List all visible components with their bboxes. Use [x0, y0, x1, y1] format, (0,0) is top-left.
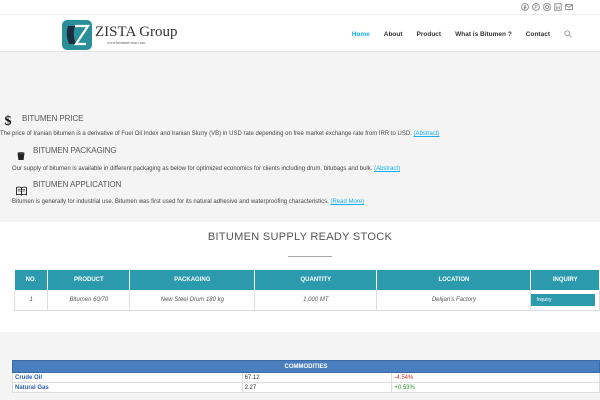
cell-location: Delijan's Factory: [376, 290, 532, 311]
packaging-title: BITUMEN PACKAGING: [33, 146, 117, 155]
main-nav: Home About Product What is Bitumen ? Con…: [338, 15, 572, 53]
application-text: Bitumen is generally for industrial use.…: [12, 199, 364, 205]
brand-url: www.bitumen-iran.com: [107, 40, 145, 45]
col-packaging: PACKAGING: [129, 270, 256, 290]
logo-icon[interactable]: [62, 20, 92, 50]
col-location: LOCATION: [376, 270, 532, 290]
stock-table: NO. PRODUCT PACKAGING QUANTITY LOCATION …: [13, 270, 600, 311]
facebook-icon[interactable]: [521, 3, 529, 11]
stock-header-row: NO. PRODUCT PACKAGING QUANTITY LOCATION …: [14, 270, 600, 290]
linkedin-icon[interactable]: in: [554, 3, 562, 11]
commodity-name[interactable]: Natural Gas: [12, 382, 243, 393]
bucket-icon: [16, 148, 26, 166]
nav-what-is-bitumen[interactable]: What is Bitumen ?: [455, 31, 512, 38]
svg-text:$: $: [5, 114, 12, 127]
commodity-value: 2.27: [241, 382, 393, 393]
mail-icon[interactable]: [565, 3, 573, 11]
price-title: BITUMEN PRICE: [22, 114, 84, 123]
nav-contact[interactable]: Contact: [526, 31, 550, 38]
supply-stock-section: BITUMEN SUPPLY READY STOCK NO. PRODUCT P…: [0, 222, 600, 332]
application-description: Bitumen is generally for industrial use.…: [12, 199, 329, 205]
commodities-header: COMMODITIES: [12, 360, 600, 373]
application-read-more-link[interactable]: (Read More): [331, 199, 365, 205]
svg-text:in: in: [556, 5, 560, 10]
price-abstract-link[interactable]: (Abstract): [414, 131, 440, 137]
nav-product[interactable]: Product: [417, 31, 442, 38]
search-icon[interactable]: [564, 30, 572, 38]
site-header: ZISTA Group www.bitumen-iran.com Home Ab…: [0, 14, 600, 52]
cell-no: 1: [13, 290, 49, 311]
bitumen-info-section: $ BITUMEN PRICE The price of Iranian bit…: [0, 52, 600, 222]
packaging-text: Our supply of bitumen is available in di…: [12, 166, 400, 172]
nav-home[interactable]: Home: [352, 31, 370, 38]
instagram-icon[interactable]: [543, 3, 551, 11]
dollar-icon: $: [3, 113, 13, 132]
price-text: The price of Iranian bitumen is a deriva…: [0, 131, 440, 137]
price-description: The price of Iranian bitumen is a deriva…: [0, 131, 412, 137]
col-quantity: QUANTITY: [254, 270, 378, 290]
commodity-name[interactable]: Crude Oil: [12, 372, 243, 383]
col-inquiry: INQUIRY: [530, 270, 600, 290]
cell-product: Bitumen 60/70: [47, 290, 131, 311]
cell-quantity: 1,000 MT: [254, 290, 378, 311]
top-bar: P in: [0, 0, 600, 14]
packaging-abstract-link[interactable]: (Abstract): [374, 166, 400, 172]
stock-title: BITUMEN SUPPLY READY STOCK: [207, 231, 393, 243]
brand-name[interactable]: ZISTA Group: [95, 24, 178, 41]
nav-about[interactable]: About: [384, 31, 403, 38]
inquiry-button[interactable]: Inquiry: [531, 293, 596, 306]
col-product: PRODUCT: [47, 270, 131, 290]
table-row: Natural Gas 2.27 +0.53%: [12, 382, 600, 393]
pinterest-icon[interactable]: P: [532, 3, 540, 11]
commodities-table: COMMODITIES Crude Oil 67.12 -4.54% Natur…: [12, 360, 600, 393]
table-row: Crude Oil 67.12 -4.54%: [12, 372, 600, 383]
commodity-change: -4.54%: [391, 372, 600, 383]
commodities-section: COMMODITIES Crude Oil 67.12 -4.54% Natur…: [0, 332, 600, 400]
col-no: NO.: [14, 270, 49, 290]
application-title: BITUMEN APPLICATION: [33, 180, 122, 189]
commodity-value: 67.12: [241, 372, 393, 383]
social-links: P in: [521, 3, 573, 11]
table-row: 1 Bitumen 60/70 New Steel Drum 180 kg 1,…: [13, 290, 600, 311]
cell-inquiry: Inquiry: [530, 290, 600, 311]
packaging-description: Our supply of bitumen is available in di…: [12, 166, 373, 172]
cell-packaging: New Steel Drum 180 kg: [129, 290, 256, 311]
commodity-change: +0.53%: [391, 382, 600, 393]
title-divider: [288, 256, 332, 257]
